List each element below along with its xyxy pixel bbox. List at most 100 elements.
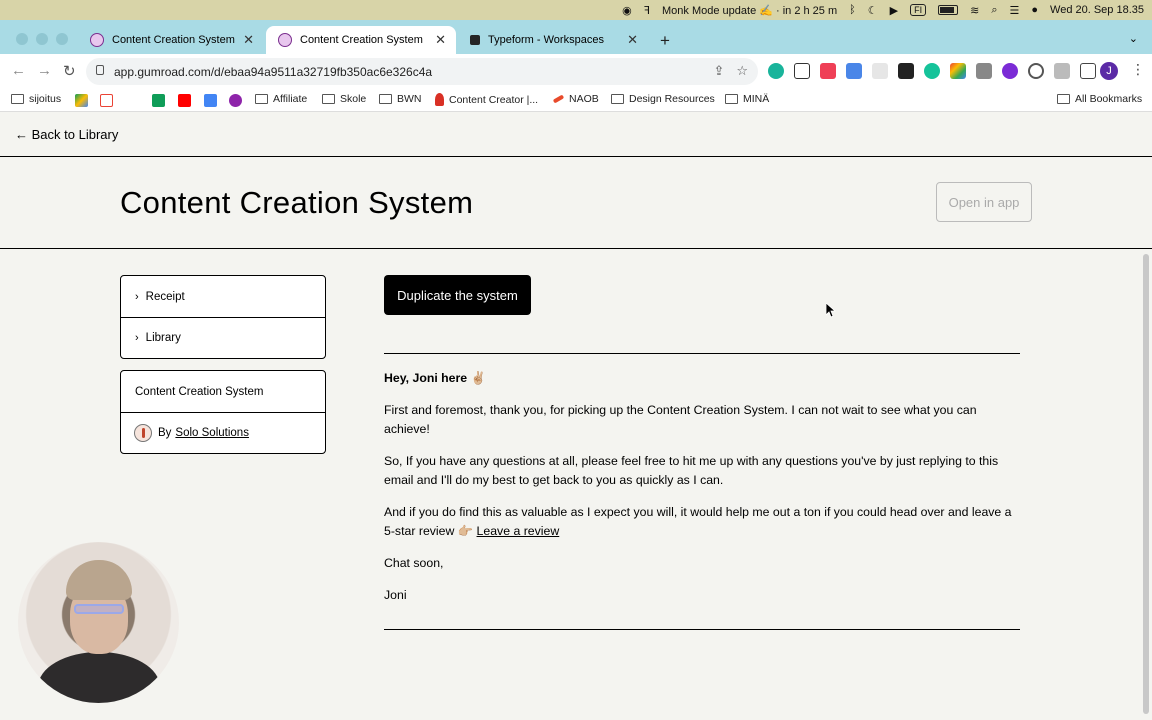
creator-row: By Solo Solutions — [121, 412, 325, 453]
share-icon[interactable]: ⇪ — [713, 63, 724, 79]
address-url[interactable]: app.gumroad.com/d/ebaa94a9511a32719fb350… — [114, 65, 432, 79]
by-prefix: By — [158, 427, 172, 439]
focus-moon-icon[interactable]: ☾ — [868, 3, 878, 17]
profile-avatar[interactable]: J — [1100, 62, 1118, 80]
extension-pen-icon[interactable] — [872, 63, 888, 79]
close-window-button[interactable] — [16, 33, 28, 45]
bluetooth-icon[interactable]: ᛒ — [849, 3, 856, 17]
tab-title: Typeform - Workspaces — [488, 34, 604, 46]
browser-tab-strip: Content Creation System ✕ Content Creati… — [0, 20, 1152, 54]
bookmark-purple-icon[interactable] — [229, 94, 242, 107]
play-icon[interactable]: ▶ — [890, 3, 898, 17]
side-panel-icon[interactable] — [1080, 63, 1096, 79]
bookmark-label: MINÄ — [743, 93, 770, 105]
product-name: Content Creation System — [135, 385, 264, 398]
page-scrollbar[interactable] — [1140, 249, 1152, 720]
library-toggle[interactable]: › Library — [121, 317, 325, 358]
new-tab-plus-icon[interactable]: + — [660, 31, 670, 51]
extension-ring-icon[interactable] — [1028, 63, 1044, 79]
more-menu-icon[interactable]: ⋮ — [1131, 61, 1145, 78]
tab-gumroad-1[interactable]: Content Creation System ✕ — [78, 26, 264, 54]
bookmark-label: BWN — [397, 93, 422, 105]
siri-icon[interactable]: ● — [1031, 3, 1038, 17]
google-drive-icon[interactable] — [75, 94, 88, 107]
tab-close-icon[interactable]: ✕ — [435, 32, 446, 48]
bookmark-bwn[interactable]: BWN — [379, 93, 422, 105]
grammarly-icon[interactable] — [924, 63, 940, 79]
extensions-row — [768, 63, 1096, 79]
youtube-icon[interactable] — [178, 94, 191, 107]
extension-m-icon[interactable] — [768, 63, 784, 79]
bookmark-all-bookmarks[interactable]: All Bookmarks — [1057, 93, 1142, 105]
extension-circle-icon[interactable] — [1002, 63, 1018, 79]
folder-icon — [611, 94, 624, 104]
bookmark-label: Content Creator |... — [449, 93, 539, 106]
address-bar[interactable]: app.gumroad.com/d/ebaa94a9511a32719fb350… — [86, 58, 758, 85]
bookmarks-bar: sijoitus Affiliate Skole BWN Content Cre… — [0, 88, 1152, 112]
translate-icon[interactable] — [846, 63, 862, 79]
greeting: Hey, Joni here ✌🏼 — [384, 371, 486, 385]
bookmark-sijoitus[interactable]: sijoitus — [11, 93, 61, 105]
gumroad-favicon-icon — [90, 33, 104, 47]
page-title: Content Creation System — [120, 185, 474, 220]
bookmark-mina[interactable]: MINÄ — [725, 93, 769, 105]
bookmark-star-icon[interactable]: ☆ — [736, 63, 748, 79]
tab-title: Content Creation System — [112, 34, 235, 46]
forward-arrow-icon[interactable]: → — [37, 62, 52, 79]
reload-icon[interactable]: ↻ — [63, 62, 76, 80]
gmail-icon[interactable] — [100, 94, 113, 107]
figma-icon[interactable]: ꟻ — [644, 3, 650, 17]
open-in-app-button[interactable]: Open in app — [936, 182, 1032, 222]
calendar-icon[interactable] — [204, 94, 217, 107]
bookmark-naob[interactable]: NAOB — [552, 93, 599, 105]
creator-link[interactable]: Solo Solutions — [175, 427, 249, 439]
product-name-row: Content Creation System — [121, 371, 325, 412]
back-to-library-link[interactable]: ← Back to Library — [15, 127, 118, 142]
extension-font-icon[interactable] — [794, 63, 810, 79]
menu-bar-datetime[interactable]: Wed 20. Sep 18.35 — [1050, 3, 1144, 17]
receipt-library-accordion: › Receipt › Library — [120, 275, 326, 359]
extension-color-icon[interactable] — [950, 63, 966, 79]
bookmark-label: Affiliate — [273, 93, 308, 105]
scrollbar-thumb[interactable] — [1143, 254, 1149, 714]
input-source-indicator[interactable]: FI — [910, 4, 927, 16]
battery-icon[interactable] — [938, 5, 959, 15]
screenshot-camera-icon[interactable] — [976, 63, 992, 79]
google-sheets-icon[interactable] — [152, 94, 165, 107]
receipt-toggle[interactable]: › Receipt — [121, 276, 325, 317]
minimize-window-button[interactable] — [36, 33, 48, 45]
tab-close-icon[interactable]: ✕ — [243, 32, 254, 48]
duplicate-system-button[interactable]: Duplicate the system — [384, 275, 531, 315]
notion-icon[interactable] — [898, 63, 914, 79]
now-playing-status[interactable]: Monk Mode update ✍️ · in 2 h 25 m — [662, 3, 837, 17]
control-center-icon[interactable]: ☰ — [1009, 3, 1019, 17]
bookmark-affiliate[interactable]: Affiliate — [255, 93, 307, 105]
lock-icon[interactable] — [96, 65, 104, 75]
bookmark-label: Skole — [340, 93, 367, 105]
product-header: Content Creation System Open in app — [0, 157, 1152, 249]
paragraph-thanks: First and foremost, thank you, for picki… — [384, 403, 977, 436]
extensions-puzzle-icon[interactable] — [1054, 63, 1070, 79]
maximize-window-button[interactable] — [56, 33, 68, 45]
creator-avatar-icon — [134, 424, 152, 442]
naob-favicon-icon — [552, 94, 565, 104]
bookmark-skole[interactable]: Skole — [322, 93, 366, 105]
typeform-favicon-icon — [470, 35, 480, 45]
folder-icon — [1057, 94, 1070, 104]
back-arrow-icon[interactable]: ← — [11, 62, 26, 79]
pocket-icon[interactable] — [820, 63, 836, 79]
bookmark-design-resources[interactable]: Design Resources — [611, 93, 715, 105]
tab-close-icon[interactable]: ✕ — [627, 32, 638, 48]
wifi-icon[interactable]: ≋ — [970, 3, 979, 17]
back-to-library-label: Back to Library — [31, 127, 119, 142]
bookmark-content-creator[interactable]: Content Creator |... — [435, 93, 538, 106]
tab-gumroad-2-active[interactable]: Content Creation System ✕ — [266, 26, 456, 54]
tab-typeform[interactable]: Typeform - Workspaces ✕ — [458, 26, 648, 54]
leave-review-link[interactable]: Leave a review — [477, 524, 560, 538]
paragraph-review: And if you do find this as valuable as I… — [384, 503, 1024, 541]
spotlight-search-icon[interactable]: ⌕ — [991, 3, 997, 17]
calendar-app-icon[interactable]: ◉ — [622, 3, 632, 17]
tab-search-chevron-icon[interactable]: ⌄ — [1129, 32, 1138, 45]
chevron-right-icon: › — [135, 290, 139, 303]
arrow-left-icon: ← — [15, 127, 28, 142]
